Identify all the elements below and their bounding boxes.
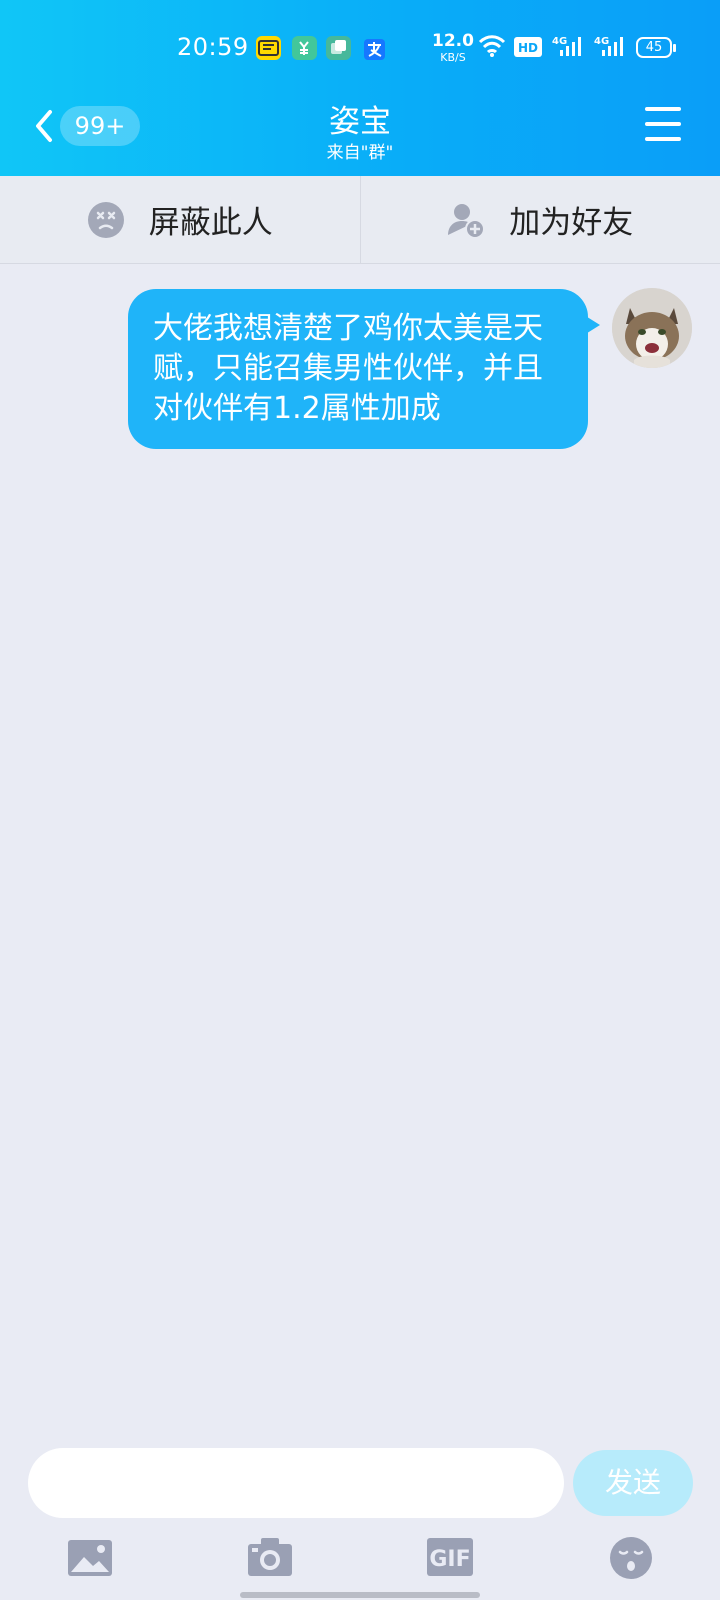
wifi-icon [478, 34, 506, 62]
block-user-label: 屏蔽此人 [148, 205, 273, 241]
stranger-action-bar: 屏蔽此人 加为好友 [0, 176, 720, 264]
app-icon-green [292, 36, 317, 60]
svg-text:4G: 4G [552, 36, 567, 47]
menu-icon-line [645, 122, 681, 126]
tiles-app-icon [326, 36, 351, 60]
svg-text:4G: 4G [594, 36, 609, 47]
xianyu-app-icon [256, 36, 281, 60]
emoji-face-icon [610, 1537, 652, 1579]
svg-text:HD: HD [518, 41, 538, 55]
image-icon [68, 1540, 112, 1576]
chat-header: 20:59 12.0 KB/S HD 4G 4G 45 99+ 姿宝 来自"群" [0, 0, 720, 176]
chat-subtitle: 来自"群" [326, 143, 394, 163]
menu-icon-line [645, 137, 681, 141]
image-picker-button[interactable] [67, 1536, 113, 1578]
message-bubble[interactable]: 大佬我想清楚了鸡你太美是天赋，只能召集男性伙伴，并且对伙伴有1.2属性加成 [128, 289, 600, 449]
signal-icon-1: 4G [552, 34, 586, 62]
add-friend-icon [448, 203, 486, 239]
menu-icon-line [645, 107, 681, 111]
gif-button[interactable]: GIF [427, 1536, 473, 1578]
svg-text:GIF: GIF [429, 1547, 470, 1572]
alipay-icon [362, 36, 387, 60]
network-speed-unit: KB/S [440, 51, 466, 64]
status-bar: 20:59 12.0 KB/S HD 4G 4G 45 [0, 0, 720, 92]
send-button[interactable]: 发送 [573, 1450, 693, 1516]
cat-avatar[interactable] [612, 288, 692, 368]
network-speed: 12.0 KB/S [432, 31, 474, 64]
block-face-icon [87, 201, 124, 238]
chat-title: 姿宝 [329, 104, 391, 140]
cat-avatar-image [612, 288, 692, 368]
status-time: 20:59 [177, 33, 249, 61]
network-speed-value: 12.0 [432, 31, 474, 51]
battery-indicator: 45 [636, 37, 676, 58]
signal-icon-2: 4G [594, 34, 628, 62]
camera-icon [248, 1538, 292, 1576]
hd-voice-icon: HD [514, 37, 542, 61]
gif-icon: GIF [427, 1538, 473, 1576]
block-user-button[interactable]: 屏蔽此人 [0, 176, 360, 263]
add-friend-button[interactable]: 加为好友 [359, 176, 720, 263]
add-friend-label: 加为好友 [509, 205, 634, 241]
camera-button[interactable] [247, 1536, 293, 1578]
menu-button[interactable] [645, 107, 681, 141]
message-input[interactable] [28, 1448, 564, 1518]
emoji-button[interactable] [609, 1536, 655, 1579]
home-indicator[interactable] [240, 1592, 480, 1598]
